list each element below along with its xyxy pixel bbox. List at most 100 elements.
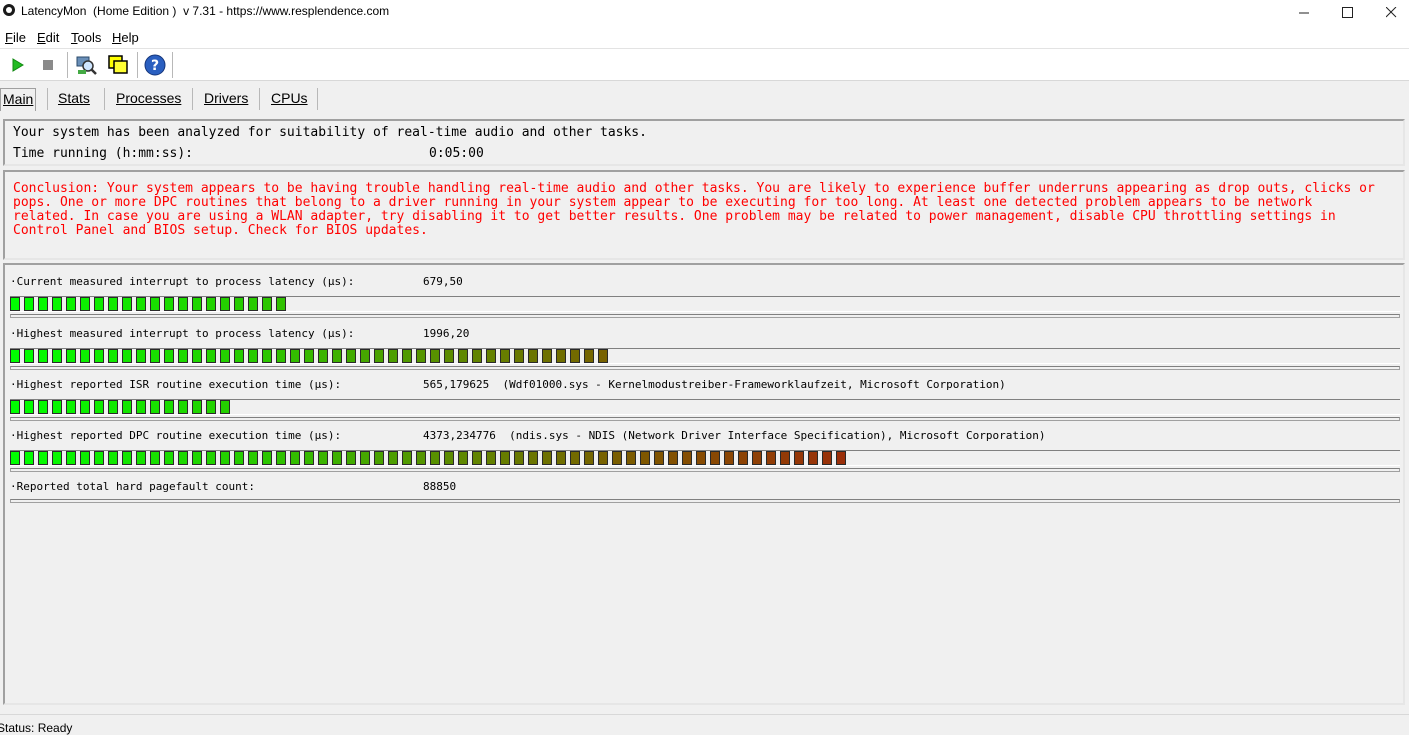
bar-segment xyxy=(710,451,720,465)
menu-tools[interactable]: Tools xyxy=(71,30,101,45)
stop-button[interactable] xyxy=(37,54,59,76)
bar-segment xyxy=(556,451,566,465)
bar-segment xyxy=(38,297,48,311)
bar-segment xyxy=(66,451,76,465)
bar-segment xyxy=(122,297,132,311)
isr-time-bar xyxy=(10,399,1400,415)
tab-separator xyxy=(259,88,260,110)
toolbar: ? xyxy=(0,49,1409,81)
title-bar: LatencyMon (Home Edition ) v 7.31 - http… xyxy=(0,0,1409,25)
bar-segment xyxy=(80,400,90,414)
bar-segment xyxy=(290,451,300,465)
bar-segment xyxy=(122,349,132,363)
bar-segment xyxy=(38,400,48,414)
status-bar: Status: Ready xyxy=(0,714,1409,735)
tab-separator xyxy=(317,88,318,110)
bar-segment xyxy=(150,349,160,363)
start-button[interactable] xyxy=(6,54,28,76)
tab-cpus[interactable]: CPUs xyxy=(269,88,310,110)
tab-drivers[interactable]: Drivers xyxy=(202,88,250,110)
menu-edit-accelerator: E xyxy=(37,30,46,45)
bar-segment xyxy=(136,349,146,363)
bar-segment xyxy=(430,451,440,465)
bar-segment xyxy=(388,451,398,465)
maximize-button[interactable] xyxy=(1324,0,1370,25)
help-icon: ? xyxy=(144,54,166,76)
conclusion-panel: Conclusion: Your system appears to be ha… xyxy=(3,170,1405,260)
bar-segment xyxy=(248,297,258,311)
bar-segment xyxy=(514,451,524,465)
bar-segment xyxy=(234,297,244,311)
bar-segment xyxy=(304,349,314,363)
dpc-time-label: ·Highest reported DPC routine execution … xyxy=(10,429,342,442)
bar-segment xyxy=(52,349,62,363)
windows-button[interactable] xyxy=(107,54,129,76)
bar-segment xyxy=(612,451,622,465)
bar-segment xyxy=(52,400,62,414)
bar-segment xyxy=(598,451,608,465)
bar-segment xyxy=(416,349,426,363)
tab-main[interactable]: Main xyxy=(0,88,37,111)
bar-segment xyxy=(10,349,20,363)
bar-segment xyxy=(192,451,202,465)
play-icon xyxy=(12,58,24,72)
highest-latency-bar xyxy=(10,348,1400,364)
help-button[interactable]: ? xyxy=(144,54,166,76)
driver-search-button[interactable] xyxy=(75,54,97,76)
bar-segment xyxy=(136,400,146,414)
bar-segment xyxy=(248,451,258,465)
bar-segment xyxy=(486,349,496,363)
bar-segment xyxy=(108,400,118,414)
bar-segment xyxy=(10,400,20,414)
driver-search-icon xyxy=(76,56,97,75)
menu-help-accelerator: H xyxy=(112,30,122,45)
bar-segment xyxy=(290,349,300,363)
highest-latency-bar-base xyxy=(10,366,1400,370)
bar-segment xyxy=(206,400,216,414)
bar-segment xyxy=(444,451,454,465)
bar-segment xyxy=(108,451,118,465)
menu-tools-label: ools xyxy=(77,30,102,45)
bar-segment xyxy=(122,451,132,465)
bar-segment xyxy=(262,451,272,465)
isr-time-label: ·Highest reported ISR routine execution … xyxy=(10,378,342,391)
bar-segment xyxy=(150,451,160,465)
bar-segment xyxy=(150,297,160,311)
bar-segment xyxy=(220,349,230,363)
menu-help[interactable]: Help xyxy=(112,30,139,45)
bar-segment xyxy=(570,349,580,363)
tab-stats[interactable]: Stats xyxy=(56,88,92,110)
bar-segment xyxy=(164,400,174,414)
current-latency-value: 679,50 xyxy=(423,275,463,288)
bar-segment xyxy=(304,451,314,465)
menu-edit[interactable]: Edit xyxy=(37,30,59,45)
tab-processes[interactable]: Processes xyxy=(114,88,183,110)
bar-segment xyxy=(150,400,160,414)
bar-segment xyxy=(822,451,832,465)
minimize-button[interactable] xyxy=(1281,0,1327,25)
bar-segment xyxy=(248,349,258,363)
bar-segment xyxy=(10,451,20,465)
bar-segment xyxy=(80,297,90,311)
bar-segment xyxy=(640,451,650,465)
close-button[interactable] xyxy=(1368,0,1409,25)
bar-segment xyxy=(374,349,384,363)
bar-segment xyxy=(52,451,62,465)
menu-file[interactable]: File xyxy=(5,30,26,45)
bar-segment xyxy=(402,451,412,465)
toolbar-separator xyxy=(172,52,176,78)
bar-segment xyxy=(136,297,146,311)
bar-segment xyxy=(94,349,104,363)
bar-segment xyxy=(458,451,468,465)
menu-file-label: ile xyxy=(12,30,26,45)
bar-segment xyxy=(388,349,398,363)
bar-segment xyxy=(374,451,384,465)
bar-segment xyxy=(332,451,342,465)
bar-segment xyxy=(164,297,174,311)
bar-segment xyxy=(542,349,552,363)
bar-segment xyxy=(38,451,48,465)
bar-segment xyxy=(220,400,230,414)
current-latency-label: ·Current measured interrupt to process l… xyxy=(10,275,355,288)
bar-segment xyxy=(192,400,202,414)
bar-segment xyxy=(220,451,230,465)
